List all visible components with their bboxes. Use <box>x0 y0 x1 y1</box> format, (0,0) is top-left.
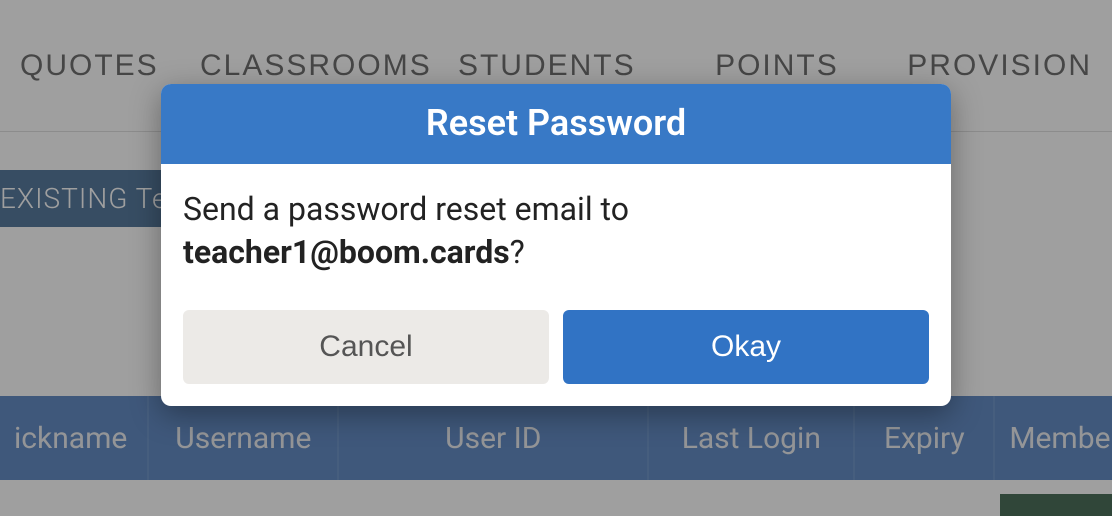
modal-title: Reset Password <box>161 84 951 164</box>
modal-body: Send a password reset email to teacher1@… <box>161 164 951 296</box>
modal-button-row: Cancel Okay <box>161 296 951 406</box>
reset-password-modal: Reset Password Send a password reset ema… <box>161 84 951 406</box>
modal-prompt-after: ? <box>510 233 525 271</box>
cancel-button[interactable]: Cancel <box>183 310 549 384</box>
modal-prompt-before: Send a password reset email to <box>183 190 629 228</box>
modal-overlay: Reset Password Send a password reset ema… <box>0 0 1112 516</box>
okay-button[interactable]: Okay <box>563 310 929 384</box>
modal-prompt-email: teacher1@boom.cards <box>183 233 510 271</box>
